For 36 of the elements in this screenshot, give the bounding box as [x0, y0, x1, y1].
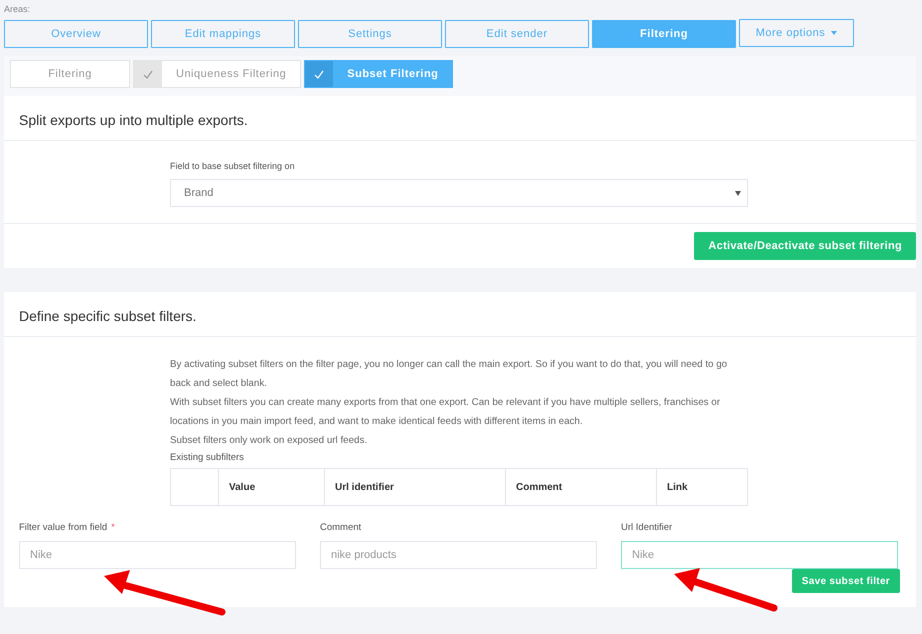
input-field[interactable]: Nike [621, 541, 898, 569]
nav-tab[interactable]: Settings [298, 20, 442, 48]
table-header [170, 468, 218, 506]
dropdown-arrow-icon [735, 190, 741, 196]
areas-label: Areas: [3, 3, 32, 16]
table-header: Value [218, 468, 324, 506]
nav-tab[interactable]: Edit mappings [151, 20, 295, 48]
card-heading: Define specific subset filters. [4, 292, 916, 337]
info-text: With subset filters you can create many exports from that one export. Can be relevant if you have multiple sellers, franchises or locations in you main import feed, and want to make identical feeds with different items in each. [170, 396, 721, 429]
input-field[interactable]: nike products [320, 541, 597, 569]
field-label: Field to base subset filtering on [170, 160, 296, 173]
more-options-button[interactable]: More options [739, 19, 854, 47]
field-label: Filter value from field [19, 522, 108, 533]
save-button[interactable]: Save subset filter [792, 569, 900, 593]
field-label: Url Identifier [621, 522, 672, 533]
table-header: Link [656, 468, 748, 506]
nav-tab[interactable]: Overview [4, 20, 148, 48]
activate-button[interactable]: Activate/Deactivate subset filtering [694, 232, 916, 260]
info-text: By activating subset filters on the filter page, you no longer can call the main export. So if you want to do that, you will need to go back and select blank. [170, 358, 728, 391]
check-icon [314, 70, 324, 78]
table-header: Comment [506, 468, 656, 506]
card-heading: Split exports up into multiple exports. [4, 96, 916, 141]
field-label: Comment [320, 522, 362, 533]
input-field[interactable]: Nike [19, 541, 296, 569]
table-header: Url identifier [324, 468, 506, 506]
nav-tab[interactable]: Edit sender [445, 20, 589, 48]
sub-tab[interactable]: Uniqueness Filtering [133, 60, 302, 88]
check-icon [143, 70, 153, 78]
select-field[interactable]: Brand [170, 179, 748, 207]
caret-icon [831, 31, 838, 36]
info-text: Subset filters only work on exposed url feeds. [170, 434, 368, 448]
required-mark: * [111, 522, 115, 533]
sub-tab[interactable]: Subset Filtering [304, 60, 454, 88]
table-title: Existing subfilters [170, 451, 245, 465]
nav-tab[interactable]: Filtering [592, 20, 736, 48]
sub-tab[interactable]: Filtering [10, 60, 130, 88]
